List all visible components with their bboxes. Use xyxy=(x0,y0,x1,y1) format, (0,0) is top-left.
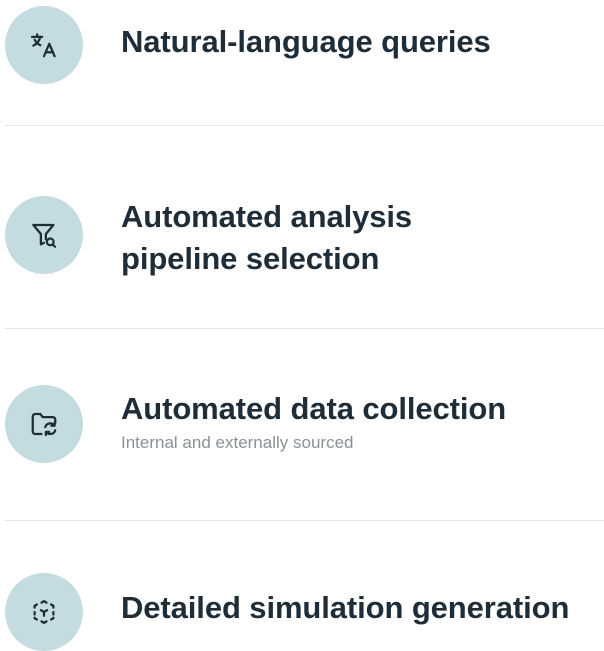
simulation-frame-icon xyxy=(33,600,55,624)
feature-title-line-1: Automated analysis xyxy=(121,199,413,234)
feature-text: Natural-language queries xyxy=(121,21,604,63)
feature-text: Automated analysis pipeline selection xyxy=(121,196,604,280)
feature-icon-badge xyxy=(5,196,83,274)
divider xyxy=(5,328,604,329)
feature-icon-badge xyxy=(5,573,83,651)
feature-row-natural-language-queries: Natural-language queries xyxy=(0,6,604,84)
filter-search-icon xyxy=(32,223,57,248)
feature-title-line-2: pipeline selection xyxy=(121,241,380,276)
feature-row-automated-data-collection: Automated data collection Internal and e… xyxy=(0,385,604,463)
folder-sync-icon xyxy=(31,412,57,437)
divider xyxy=(5,125,604,126)
feature-row-automated-analysis: Automated analysis pipeline selection xyxy=(0,196,604,276)
feature-icon-badge xyxy=(5,6,83,84)
feature-list: Natural-language queries Automated analy… xyxy=(0,0,604,651)
feature-text: Automated data collection Internal and e… xyxy=(121,388,604,454)
feature-row-detailed-simulation: Detailed simulation generation xyxy=(0,573,604,651)
feature-title: Natural-language queries xyxy=(121,24,491,59)
feature-title: Automated data collection xyxy=(121,391,507,426)
feature-icon-badge xyxy=(5,385,83,463)
translate-icon xyxy=(31,33,56,58)
feature-subtitle: Internal and externally sourced xyxy=(121,433,354,452)
divider xyxy=(5,520,604,521)
feature-text: Detailed simulation generation xyxy=(121,587,604,629)
feature-title: Detailed simulation generation xyxy=(121,590,570,625)
